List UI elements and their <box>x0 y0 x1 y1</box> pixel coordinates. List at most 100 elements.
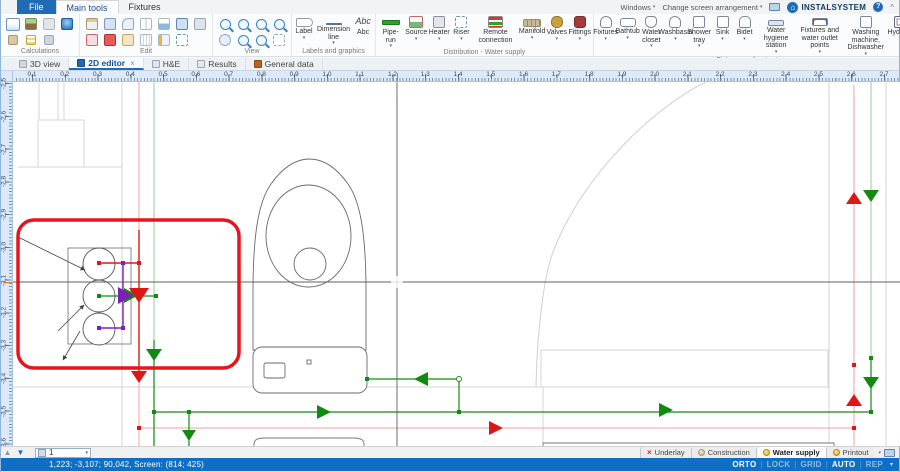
mode-lock[interactable]: LOCK <box>767 460 791 469</box>
ribbon-button-terrain[interactable] <box>23 17 39 31</box>
ribbon-tab-main-tools[interactable]: Main tools <box>56 0 119 14</box>
tab-general-data[interactable]: General data <box>246 58 323 70</box>
ribbon-button-label: Water hygiene station <box>758 27 795 50</box>
ribbon-button-cut[interactable] <box>84 33 100 47</box>
bottom-fixtures[interactable] <box>254 438 834 446</box>
storey-select[interactable]: 1 ▾ <box>35 448 91 458</box>
ribbon-button-building[interactable] <box>174 17 190 31</box>
ribbon-button-viewport[interactable] <box>271 33 287 47</box>
ribbon-button-hydrant[interactable]: Hydrant <box>889 14 900 37</box>
close-icon[interactable]: × <box>130 59 135 68</box>
ribbon-button-zoom-in[interactable] <box>217 17 233 31</box>
zoom-extents-icon <box>274 19 285 30</box>
mode-rep[interactable]: REP <box>866 460 883 469</box>
ribbon-tab-fixtures[interactable]: Fixtures <box>119 0 171 14</box>
chevron-down-icon: ▾ <box>460 37 463 41</box>
storey-edit-icon <box>38 449 46 457</box>
ribbon-button-calculation-table[interactable] <box>5 17 21 31</box>
ribbon-button-dimension-line[interactable]: Dimension line▾ <box>315 14 352 45</box>
tab-3d-view[interactable]: 3D view <box>11 58 69 70</box>
ribbon-button-paste[interactable] <box>84 17 100 31</box>
ribbon-button-list[interactable] <box>23 33 39 47</box>
ribbon-button-shower-tray[interactable]: Shower tray▾ <box>687 14 712 48</box>
monitor-icon[interactable] <box>769 3 780 11</box>
ribbon-button-delete[interactable] <box>102 33 118 47</box>
ribbon-button-water-drop[interactable] <box>59 17 75 31</box>
ribbon-button-valves[interactable]: Valves▾ <box>546 14 568 41</box>
layer-tab-water-supply[interactable]: Water supply <box>756 447 826 459</box>
ribbon-button-remote-connection[interactable]: Remote connection <box>472 14 518 44</box>
ribbon-button-zoom-next[interactable] <box>253 33 269 47</box>
ribbon-button-source[interactable]: Source▾ <box>404 14 428 41</box>
ribbon-button-stamp[interactable] <box>5 33 21 47</box>
ribbon-button-split[interactable] <box>138 17 154 31</box>
ribbon-button-select-all[interactable] <box>174 33 190 47</box>
ribbon-button-water-hygiene-station[interactable]: Water hygiene station▾ <box>756 14 797 54</box>
toilet-fixture[interactable] <box>253 159 367 393</box>
ribbon-button-level[interactable] <box>156 17 172 31</box>
zoom-prev-icon <box>238 35 249 46</box>
ribbon-button-label: Shower tray <box>687 29 711 44</box>
hydrant-icon <box>894 16 900 28</box>
drawing-canvas[interactable] <box>13 82 900 446</box>
ribbon-button-bathtub[interactable]: Bathtub▾ <box>617 14 639 40</box>
ribbon-button-fittings[interactable]: Fittings▾ <box>568 14 592 41</box>
ribbon-button-fixtures[interactable]: Fixtures▾ <box>595 14 617 41</box>
ribbon-button-sink[interactable]: Sink▾ <box>712 14 734 41</box>
ribbon-button-pipe-run[interactable]: Pipe-run▾ <box>377 14 404 48</box>
layer-tab-construction[interactable]: Construction <box>691 447 756 459</box>
screen-arrangement-menu[interactable]: Change screen arrangement ▾ <box>662 3 762 12</box>
chevron-down-icon[interactable]: ▾ <box>890 461 893 468</box>
tab-results[interactable]: Results <box>189 58 245 70</box>
ribbon-button-label[interactable]: Label▾ <box>293 14 315 40</box>
ruler-cursor-indicator <box>397 73 398 81</box>
ribbon-button-layers-small[interactable] <box>41 33 57 47</box>
ruler-label: -2,8 <box>1 166 10 198</box>
ribbon-button-washing-machine-dishwasher[interactable]: Washing machine, Dishwasher▾ <box>843 14 889 56</box>
ribbon-button-undo[interactable] <box>120 17 136 31</box>
ribbon-button-riser[interactable]: Riser▾ <box>450 14 472 41</box>
storey-up-button[interactable]: ▲ <box>1 447 14 458</box>
ribbon-button-zoom-prev[interactable] <box>235 33 251 47</box>
mode-auto[interactable]: AUTO <box>832 460 856 469</box>
ribbon-button-washbasin[interactable]: Washbasin▾ <box>664 14 687 41</box>
monitor-icon[interactable] <box>884 449 895 457</box>
ribbon-button-manifold[interactable]: Manifold▾ <box>518 14 545 40</box>
collapse-ribbon-icon[interactable]: ^ <box>890 3 894 12</box>
ribbon-button-zoom-selection[interactable] <box>253 17 269 31</box>
storey-down-button[interactable]: ▼ <box>14 447 27 458</box>
mode-orto[interactable]: ORTO <box>732 460 756 469</box>
title-bar-right: Windows ▾ Change screen arrangement ▾ ⌂ … <box>620 0 899 14</box>
ribbon-button-abc[interactable]: AbcAbc <box>352 14 374 37</box>
pipes-hot-water[interactable] <box>99 82 854 446</box>
chevron-down-icon: ▾ <box>578 37 581 41</box>
pipes-cold-water[interactable] <box>99 82 871 446</box>
ribbon-tab-file[interactable]: File <box>17 0 56 14</box>
ribbon-button-keyboard[interactable] <box>192 17 208 31</box>
ribbon-button-copy[interactable] <box>102 17 118 31</box>
help-icon[interactable]: ? <box>873 2 883 12</box>
chevron-down-icon[interactable]: ▾ <box>878 450 881 456</box>
ribbon-button-pan[interactable] <box>217 33 233 47</box>
ribbon-button-fixtures-and-water-outlet-points[interactable]: Fixtures and water outlet points▾ <box>797 14 843 54</box>
document-tab-bar: 3D view2D editor×H&EResultsGeneral data <box>1 58 899 71</box>
ribbon-button-zoom-extents[interactable] <box>271 17 287 31</box>
ruler-label: 1,3 <box>421 71 430 78</box>
layer-tab-printout[interactable]: Printout <box>826 447 875 459</box>
vertical-ruler[interactable]: -2,5-2,6-2,7-2,8-2,9-3,0-3,1-3,2-3,3-3,4… <box>1 82 13 446</box>
mode-grid[interactable]: GRID <box>801 460 822 469</box>
windows-menu[interactable]: Windows ▾ <box>620 3 655 12</box>
ribbon-button-zoom-out[interactable] <box>235 17 251 31</box>
ribbon-button-tree[interactable] <box>156 33 172 47</box>
layer-tab-underlay[interactable]: ×Underlay <box>640 447 691 459</box>
ribbon-button-bidet[interactable]: Bidet▾ <box>734 14 756 41</box>
tab-2d-editor[interactable]: 2D editor× <box>69 58 144 70</box>
ribbon-button-eraser[interactable] <box>120 33 136 47</box>
tab-h-e[interactable]: H&E <box>144 58 189 70</box>
ribbon-button-label: Abc <box>357 29 369 37</box>
ribbon-button-table-edit[interactable] <box>138 33 154 47</box>
ribbon-button-gallery[interactable] <box>41 17 57 31</box>
dimension-line-icon <box>326 23 342 25</box>
horizontal-ruler[interactable]: 0,10,20,30,40,50,60,70,80,91,01,11,21,31… <box>13 71 899 82</box>
ribbon-button-heater[interactable]: Heater▾ <box>428 14 451 41</box>
